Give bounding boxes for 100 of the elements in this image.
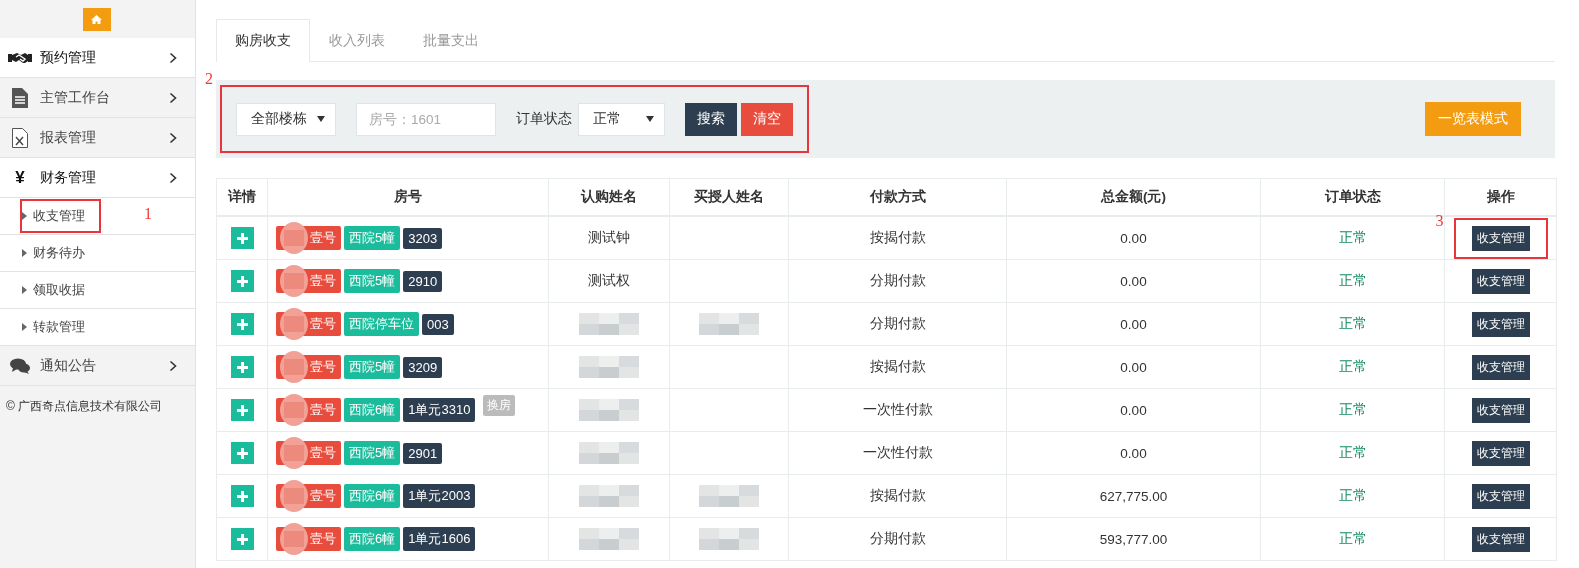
table-cell: 0.00 xyxy=(1120,316,1147,332)
building-tag: 西院6幢 xyxy=(344,398,401,422)
caret-right-icon xyxy=(22,323,27,331)
column-header: 详情 xyxy=(216,178,268,216)
column-header: 订单状态 xyxy=(1260,178,1445,216)
room-number-field[interactable]: 房号：1601 xyxy=(356,102,496,136)
status-text: 正常 xyxy=(1338,230,1367,245)
column-header: 总金额(元) xyxy=(1006,178,1261,216)
status-text: 正常 xyxy=(1338,531,1367,546)
expand-button[interactable] xyxy=(230,485,254,507)
caret-right-icon xyxy=(22,286,27,294)
tab[interactable]: 购房收支 xyxy=(216,19,310,62)
column-header: 付款方式 xyxy=(788,178,1007,216)
expand-button[interactable] xyxy=(230,227,254,249)
status-text: 正常 xyxy=(1338,445,1367,460)
plus-icon xyxy=(236,447,248,459)
chevron-right-icon xyxy=(169,359,177,372)
table-cell: 一次性付款 xyxy=(862,445,933,460)
plus-icon xyxy=(236,533,248,545)
column-header: 操作 xyxy=(1444,178,1557,216)
finance-button[interactable]: 收支管理 xyxy=(1471,354,1530,380)
document-icon xyxy=(12,87,28,108)
caret-right-icon xyxy=(22,249,27,257)
column-header: 认购姓名 xyxy=(548,178,670,216)
status-text: 正常 xyxy=(1338,359,1367,374)
redaction-blob xyxy=(280,222,308,254)
finance-button[interactable]: 收支管理 xyxy=(1471,397,1530,423)
table-cell: 分期付款 xyxy=(869,273,926,288)
building-tag: 西院5幢 xyxy=(344,226,401,250)
plus-icon xyxy=(236,232,248,244)
dropdown-caret-icon xyxy=(646,116,654,122)
finance-button[interactable]: 收支管理 xyxy=(1471,311,1530,337)
table-cell: 0.00 xyxy=(1120,445,1147,461)
chat-bubbles-icon xyxy=(10,357,30,374)
table-cell: 按揭付款 xyxy=(869,359,926,374)
unit-tag: 2910 xyxy=(403,270,443,292)
spreadsheet-file-icon xyxy=(12,127,28,148)
redaction-blob xyxy=(280,308,308,340)
building-tag: 西院停车位 xyxy=(344,312,419,336)
expand-button[interactable] xyxy=(230,528,254,550)
clear-button[interactable]: 清空 xyxy=(741,102,793,136)
table-cell: 测试钟 xyxy=(588,230,630,245)
building-tag: 西院5幢 xyxy=(344,441,401,465)
status-text: 正常 xyxy=(1338,402,1367,417)
table-cell: 0.00 xyxy=(1120,359,1147,375)
plus-icon xyxy=(236,318,248,330)
table-cell: 按揭付款 xyxy=(869,488,926,503)
redaction-blob xyxy=(280,523,308,555)
finance-button[interactable]: 收支管理 xyxy=(1471,526,1530,552)
building-tag: 西院6幢 xyxy=(344,527,401,551)
plus-icon xyxy=(236,361,248,373)
unit-tag: 1单元2003 xyxy=(403,484,476,508)
table-cell: 0.00 xyxy=(1120,273,1147,289)
chevron-right-icon xyxy=(169,171,177,184)
search-button[interactable]: 搜索 xyxy=(685,102,737,136)
plus-icon xyxy=(236,275,248,287)
unit-tag: 1单元3310 xyxy=(403,398,476,422)
finance-button[interactable]: 收支管理 xyxy=(1471,440,1530,466)
building-tag: 西院6幢 xyxy=(344,484,401,508)
unit-tag: 1单元1606 xyxy=(403,527,476,551)
building-select[interactable]: 全部楼栋 xyxy=(236,102,336,136)
unit-tag: 3203 xyxy=(403,227,443,249)
annotation-number: 2 xyxy=(205,70,213,88)
caret-right-icon xyxy=(22,212,27,220)
table-cell: 627,775.00 xyxy=(1099,488,1168,504)
annotation-number: 1 xyxy=(144,205,152,223)
status-text: 正常 xyxy=(1338,488,1367,503)
table-cell: 按揭付款 xyxy=(869,230,926,245)
unit-tag: 3209 xyxy=(403,356,443,378)
home-button[interactable] xyxy=(82,7,111,31)
finance-button[interactable]: 收支管理 xyxy=(1471,225,1530,251)
expand-button[interactable] xyxy=(230,270,254,292)
change-room-badge: 换房 xyxy=(483,394,516,416)
expand-button[interactable] xyxy=(230,399,254,421)
building-tag: 西院5幢 xyxy=(344,355,401,379)
column-header: 买授人姓名 xyxy=(669,178,789,216)
finance-button[interactable]: 收支管理 xyxy=(1471,483,1530,509)
sidebar-item[interactable]: ¥ 财务管理 xyxy=(0,158,195,198)
redaction-blob xyxy=(280,265,308,297)
sidebar-item[interactable]: 预约管理 xyxy=(0,38,195,78)
chevron-right-icon xyxy=(169,51,177,64)
status-label: 订单状态 xyxy=(516,110,572,128)
redaction-blob xyxy=(280,351,308,383)
table-cell: 0.00 xyxy=(1120,230,1147,246)
redaction-blob xyxy=(280,480,308,512)
unit-tag: 2901 xyxy=(403,442,443,464)
status-text: 正常 xyxy=(1338,316,1367,331)
redaction-blob xyxy=(280,437,308,469)
yen-icon: ¥ xyxy=(15,167,25,188)
expand-button[interactable] xyxy=(230,356,254,378)
table-cell: 测试权 xyxy=(588,273,630,288)
expand-button[interactable] xyxy=(230,313,254,335)
status-select[interactable]: 正常 xyxy=(578,102,665,136)
expand-button[interactable] xyxy=(230,442,254,464)
table-cell: 593,777.00 xyxy=(1099,531,1168,547)
building-tag: 西院5幢 xyxy=(344,269,401,293)
finance-button[interactable]: 收支管理 xyxy=(1471,268,1530,294)
home-icon xyxy=(91,14,102,24)
unit-tag: 003 xyxy=(422,313,454,335)
chevron-right-icon xyxy=(169,131,177,144)
